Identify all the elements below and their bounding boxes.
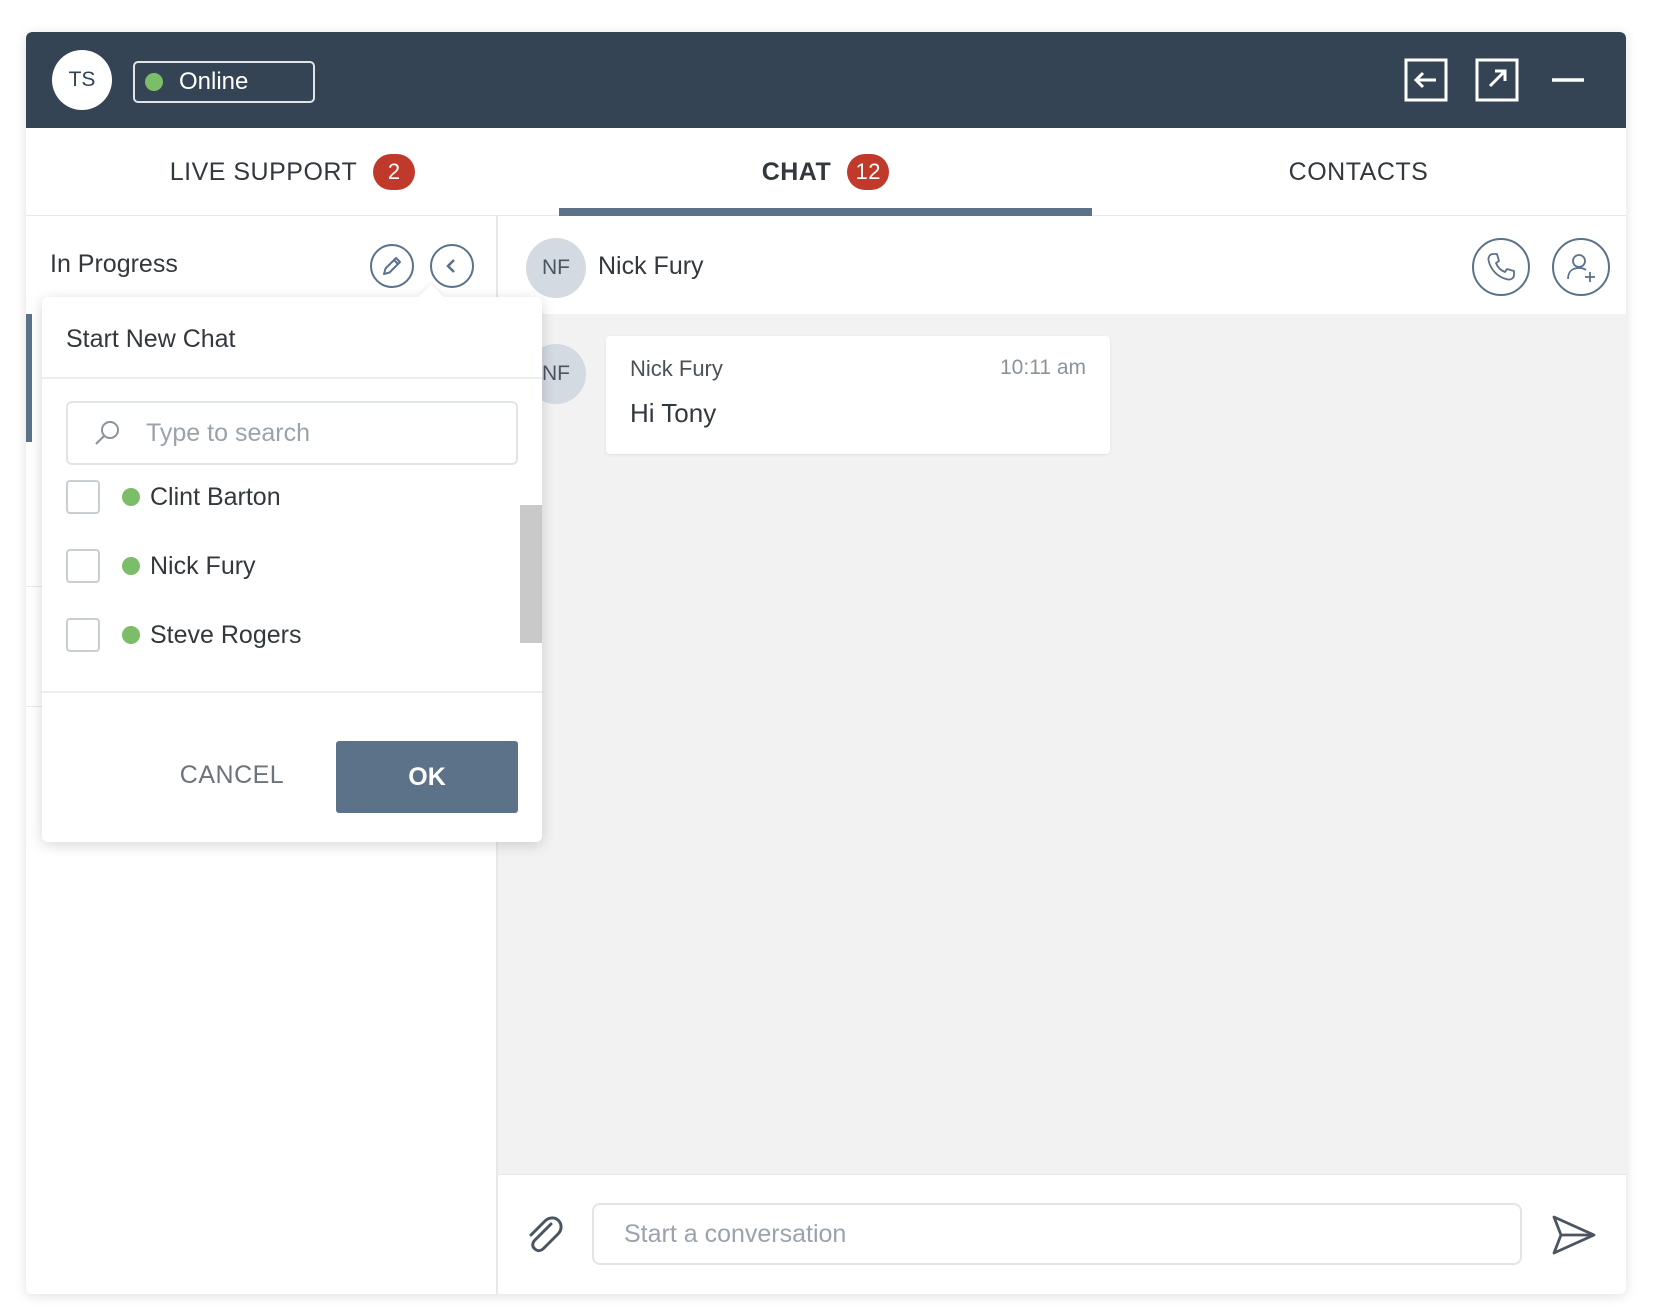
contact-option[interactable]: Nick Fury	[66, 540, 486, 592]
attach-button[interactable]	[518, 1209, 570, 1261]
user-avatar[interactable]: TS	[52, 50, 112, 110]
new-chat-button[interactable]	[370, 244, 414, 288]
chevron-left-icon	[446, 259, 455, 273]
online-status-dot	[145, 73, 163, 91]
message-thread: NF Nick Fury 10:11 am Hi Tony	[498, 314, 1626, 1174]
add-participant-button[interactable]	[1552, 238, 1610, 296]
chat-widget: TS Online LIVE SUPPORT 2 CHAT 12 CONTACT…	[26, 32, 1626, 1294]
dock-left-icon	[1404, 58, 1448, 102]
ok-button[interactable]: OK	[336, 741, 518, 813]
tab-label: CONTACTS	[1288, 157, 1429, 186]
tab-label: CHAT	[761, 157, 832, 186]
unread-count-badge: 12	[847, 154, 890, 190]
message-bubble: Nick Fury 10:11 am Hi Tony	[606, 336, 1110, 454]
contact-search[interactable]	[66, 401, 518, 465]
search-icon	[95, 421, 119, 445]
contact-option[interactable]: Steve Rogers	[66, 609, 486, 661]
search-input[interactable]	[146, 418, 506, 448]
dock-button[interactable]	[1404, 58, 1448, 102]
status-selector[interactable]: Online	[133, 61, 315, 103]
header-bar: TS Online	[26, 32, 1626, 128]
contact-checkbox[interactable]	[66, 618, 100, 652]
tab-chat[interactable]: CHAT 12	[559, 128, 1092, 216]
minimize-icon	[1552, 78, 1584, 82]
contact-checkbox[interactable]	[66, 549, 100, 583]
contact-name: Nick Fury	[150, 551, 256, 580]
popout-button[interactable]	[1475, 58, 1519, 102]
online-status-dot	[122, 626, 140, 644]
message-input[interactable]	[592, 1203, 1522, 1265]
paperclip-icon	[529, 1216, 563, 1253]
list-title: In Progress	[50, 250, 178, 278]
add-user-icon	[1567, 254, 1595, 282]
unread-count-badge: 2	[373, 154, 416, 190]
phone-icon	[1487, 253, 1515, 281]
contact-avatar[interactable]: NF	[526, 238, 586, 298]
contact-list-scrollbar[interactable]	[520, 505, 542, 643]
message-composer	[498, 1174, 1626, 1294]
contact-option[interactable]: Clint Barton	[66, 471, 486, 523]
start-new-chat-popup: Start New Chat Clint Barton Nick Fury St…	[42, 284, 542, 842]
pencil-icon	[383, 257, 401, 275]
tab-label: LIVE SUPPORT	[169, 157, 358, 186]
popup-title: Start New Chat	[66, 325, 236, 353]
tab-contacts[interactable]: CONTACTS	[1092, 128, 1625, 216]
popout-icon	[1475, 58, 1519, 102]
selected-conversation-marker	[26, 314, 32, 442]
popup-divider	[42, 377, 542, 379]
tab-bar: LIVE SUPPORT 2 CHAT 12 CONTACTS	[26, 128, 1626, 216]
collapse-panel-button[interactable]	[430, 244, 474, 288]
cancel-button[interactable]: CANCEL	[162, 745, 302, 805]
contact-name: Clint Barton	[150, 482, 281, 511]
popup-divider	[42, 691, 542, 693]
message-timestamp: 10:11 am	[1000, 356, 1086, 379]
call-button[interactable]	[1472, 238, 1530, 296]
send-icon	[1552, 1215, 1596, 1255]
message-text: Hi Tony	[630, 398, 717, 428]
status-label: Online	[179, 68, 249, 95]
online-status-dot	[122, 488, 140, 506]
contact-name: Nick Fury	[598, 252, 704, 280]
tab-live-support[interactable]: LIVE SUPPORT 2	[26, 128, 559, 216]
contact-checkbox[interactable]	[66, 480, 100, 514]
minimize-button[interactable]	[1546, 58, 1590, 102]
message-sender: Nick Fury	[630, 356, 723, 381]
online-status-dot	[122, 557, 140, 575]
send-button[interactable]	[1544, 1207, 1604, 1263]
conversation-header: NF Nick Fury	[498, 216, 1626, 314]
contact-name: Steve Rogers	[150, 620, 302, 649]
